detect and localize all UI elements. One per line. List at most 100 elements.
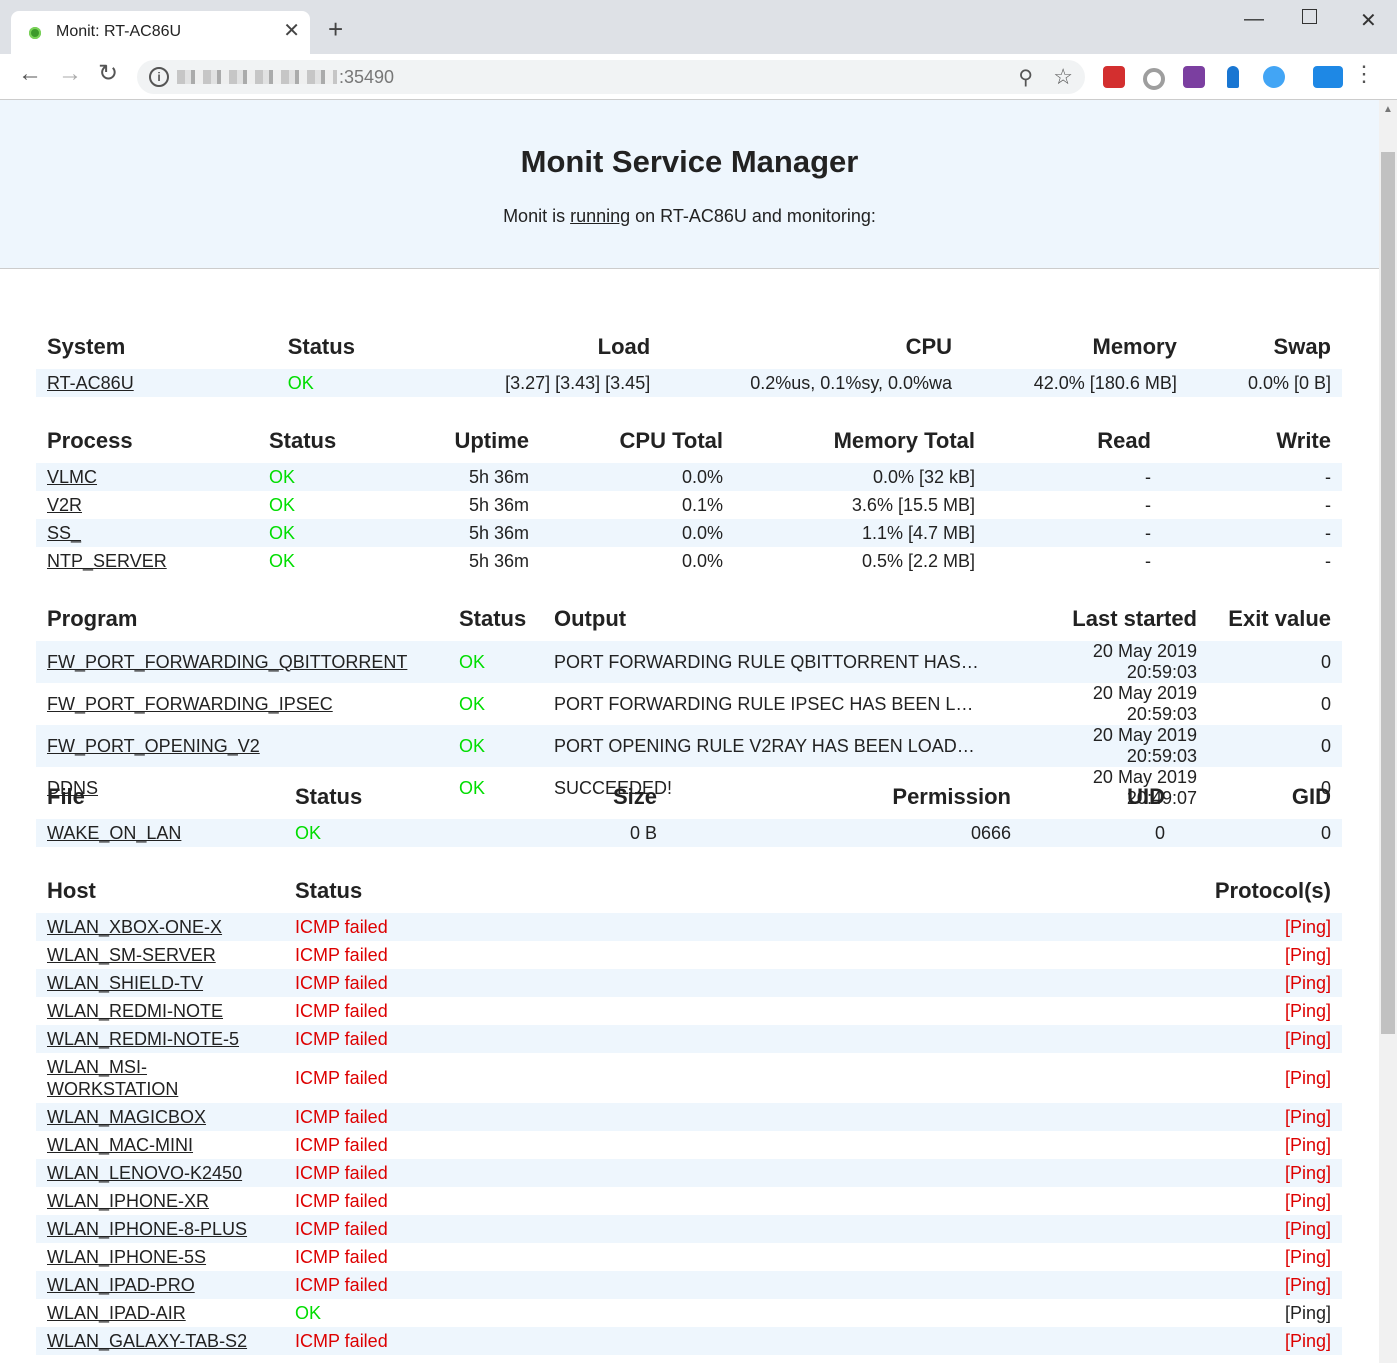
host-link[interactable]: WLAN_LENOVO-K2450 <box>47 1163 242 1183</box>
reload-icon[interactable]: ↻ <box>98 62 118 86</box>
host-link[interactable]: WLAN_MAC-MINI <box>47 1135 193 1155</box>
back-icon[interactable]: ← <box>18 62 42 86</box>
file-link[interactable]: WAKE_ON_LAN <box>47 823 181 843</box>
status-cell: ICMP failed <box>284 1271 484 1299</box>
process-table: Process Status Uptime CPU Total Memory T… <box>36 419 1342 575</box>
extension-ring-icon[interactable] <box>1143 68 1165 90</box>
onenote-icon[interactable] <box>1183 66 1205 88</box>
host-link[interactable]: WLAN_REDMI-NOTE <box>47 1001 223 1021</box>
program-link[interactable]: FW_PORT_OPENING_V2 <box>47 736 260 756</box>
host-link[interactable]: WLAN_SHIELD-TV <box>47 973 203 993</box>
extension-v-icon[interactable] <box>1263 66 1285 88</box>
protocol-cell: [Ping] <box>1284 1067 1331 1088</box>
table-row: FW_PORT_OPENING_V2 OK PORT OPENING RULE … <box>36 725 1342 767</box>
protocol-cell: [Ping] <box>1284 1000 1331 1021</box>
table-row: WLAN_GALAXY-TAB-S2 ICMP failed [Ping] <box>36 1327 1342 1355</box>
page-subtitle: Monit is running on RT-AC86U and monitor… <box>503 206 876 226</box>
bookmark-star-icon[interactable]: ☆ <box>1053 64 1073 90</box>
read-cell: - <box>1145 550 1151 571</box>
col-header: CPU Total <box>619 428 723 453</box>
host-link[interactable]: WLAN_REDMI-NOTE-5 <box>47 1029 239 1049</box>
table-row: WLAN_IPAD-AIR OK [Ping] <box>36 1299 1342 1327</box>
protocol-cell: [Ping] <box>484 913 1342 941</box>
col-header: Size <box>612 784 657 809</box>
status-cell: ICMP failed <box>284 913 484 941</box>
write-cell: - <box>1325 550 1331 571</box>
process-link[interactable]: VLMC <box>47 467 97 487</box>
size-cell: 0 B <box>444 819 668 847</box>
new-tab-icon[interactable]: + <box>328 16 343 42</box>
zoom-icon[interactable]: ⚲ <box>1018 65 1033 90</box>
table-row: RT-AC86U OK [3.27] [3.43] [3.45] 0.2%us,… <box>36 369 1342 397</box>
memory-cell: 0.0% [32 kB] <box>734 463 986 491</box>
host-link[interactable]: WLAN_GALAXY-TAB-S2 <box>47 1331 247 1351</box>
read-cell: - <box>986 519 1162 547</box>
permission-cell: 0666 <box>668 819 1022 847</box>
program-link[interactable]: FW_PORT_FORWARDING_QBITTORRENT <box>47 652 407 672</box>
forward-icon[interactable]: → <box>58 62 82 86</box>
protocol-cell: [Ping] <box>484 1215 1342 1243</box>
status-cell: ICMP failed <box>284 1159 484 1187</box>
swap-cell: 0.0% [0 B] <box>1187 369 1342 397</box>
host-link[interactable]: WLAN_IPHONE-5S <box>47 1247 206 1267</box>
system-link[interactable]: RT-AC86U <box>47 373 134 393</box>
table-row: SS_ OK 5h 36m 0.0% 1.1% [4.7 MB] - - <box>36 519 1342 547</box>
output-cell: PORT FORWARDING RULE QBITTORRENT HAS… <box>543 641 1008 683</box>
table-row: FW_PORT_FORWARDING_QBITTORRENT OK PORT F… <box>36 641 1342 683</box>
tab-close-icon[interactable]: ✕ <box>283 18 300 43</box>
protocol-cell: [Ping] <box>484 969 1342 997</box>
status-cell: ICMP failed <box>284 1025 484 1053</box>
col-header: Status <box>459 606 527 631</box>
col-header: Status <box>269 428 337 453</box>
system-table: System Status Load CPU Memory Swap RT-AC… <box>36 325 1342 397</box>
bulb-icon[interactable] <box>1227 66 1239 88</box>
status-cell: OK <box>258 463 418 491</box>
uptime-cell: 5h 36m <box>468 494 529 515</box>
col-header: Memory <box>1092 334 1177 359</box>
host-link[interactable]: WLAN_IPHONE-XR <box>47 1191 209 1211</box>
tab-title: Monit: RT-AC86U <box>56 23 182 40</box>
col-header: Uptime <box>454 428 529 453</box>
host-link[interactable]: WLAN_IPAD-PRO <box>47 1275 195 1295</box>
profile-icon[interactable] <box>1313 66 1343 88</box>
url-redacted <box>177 70 337 84</box>
table-row: WLAN_MAGICBOX ICMP failed [Ping] <box>36 1103 1342 1131</box>
running-link[interactable]: running <box>570 206 630 226</box>
gid-cell: 0 <box>1176 819 1342 847</box>
vertical-scrollbar[interactable]: ▲ <box>1379 100 1397 1363</box>
browser-tab-strip: Monit: RT-AC86U ✕ + — ✕ <box>0 0 1397 54</box>
extension-red-icon[interactable] <box>1103 66 1125 88</box>
table-row: NTP_SERVER OK 5h 36m 0.0% 0.5% [2.2 MB] … <box>36 547 1342 575</box>
scroll-up-icon[interactable]: ▲ <box>1383 104 1393 115</box>
host-link[interactable]: WLAN_MAGICBOX <box>47 1107 206 1127</box>
menu-icon[interactable]: ⋮ <box>1353 63 1375 85</box>
status-cell: OK <box>269 550 296 571</box>
memory-cell: 1.1% [4.7 MB] <box>734 519 986 547</box>
col-header: GID <box>1291 784 1331 809</box>
window-close-icon[interactable]: ✕ <box>1360 8 1377 33</box>
minimize-icon[interactable]: — <box>1244 8 1264 31</box>
process-link[interactable]: SS_ <box>47 523 81 543</box>
protocol-cell: [Ping] <box>484 1271 1342 1299</box>
host-link[interactable]: WLAN_IPHONE-8-PLUS <box>47 1219 247 1239</box>
last-started-cell: 20 May 2019 20:59:03 <box>1008 725 1208 767</box>
host-link[interactable]: WLAN_IPAD-AIR <box>47 1303 186 1323</box>
scrollbar-thumb[interactable] <box>1381 152 1395 1034</box>
col-header: Load <box>597 334 651 359</box>
url-text: :35490 <box>339 67 395 87</box>
host-link[interactable]: WLAN_MSI- WORKSTATION <box>47 1057 178 1099</box>
program-link[interactable]: FW_PORT_FORWARDING_IPSEC <box>47 694 333 714</box>
site-info-icon[interactable]: i <box>149 67 169 87</box>
host-link[interactable]: WLAN_SM-SERVER <box>47 945 216 965</box>
browser-tab[interactable]: Monit: RT-AC86U ✕ <box>11 11 310 54</box>
process-link[interactable]: V2R <box>47 495 82 515</box>
host-link[interactable]: WLAN_XBOX-ONE-X <box>47 917 222 937</box>
maximize-icon[interactable] <box>1302 9 1317 24</box>
col-header: Status <box>287 334 355 359</box>
address-bar[interactable]: i :35490 ⚲ ☆ <box>137 60 1085 94</box>
table-row: WLAN_LENOVO-K2450 ICMP failed [Ping] <box>36 1159 1342 1187</box>
last-started-cell: 20 May 2019 20:59:03 <box>1008 641 1208 683</box>
process-link[interactable]: NTP_SERVER <box>47 551 167 571</box>
col-header: Swap <box>1273 334 1331 359</box>
status-cell: ICMP failed <box>295 1190 388 1211</box>
